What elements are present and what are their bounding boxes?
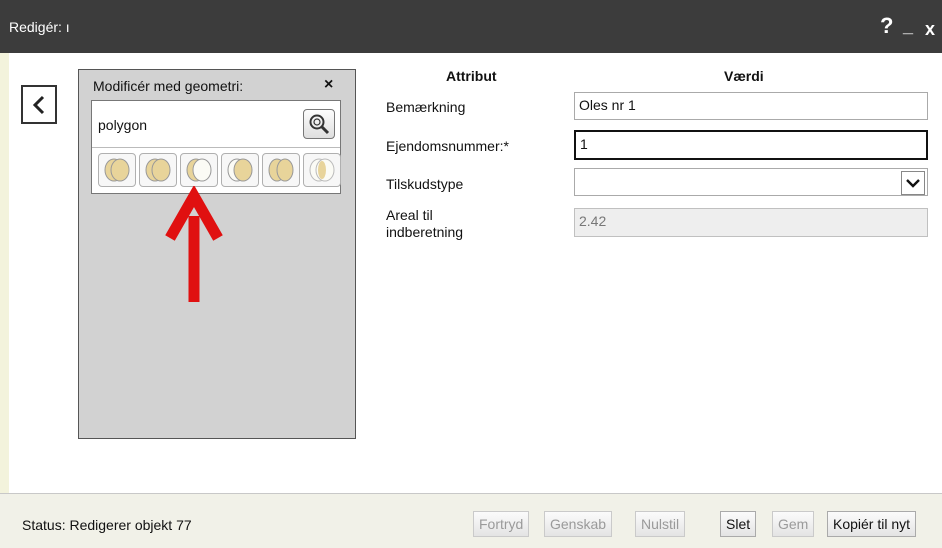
minimize-button[interactable]: _ bbox=[903, 16, 913, 37]
value-column-header: Værdi bbox=[724, 68, 764, 84]
ejendomsnummer-input[interactable]: 1 bbox=[574, 130, 928, 160]
zoom-to-icon bbox=[309, 114, 330, 135]
window-title: Redigér: ı bbox=[9, 19, 70, 35]
tilskudstype-select[interactable] bbox=[574, 168, 928, 196]
left-edge-strip bbox=[0, 53, 9, 493]
difference-tool-button[interactable] bbox=[180, 153, 218, 187]
geometry-panel-close-button[interactable]: × bbox=[324, 76, 333, 94]
redo-button[interactable]: Genskab bbox=[544, 511, 613, 537]
status-text: Status: Redigerer objekt 77 bbox=[22, 517, 192, 533]
bemaerkning-input[interactable]: Oles nr 1 bbox=[574, 92, 928, 120]
overlap-tool-icon bbox=[145, 158, 171, 182]
intersect-tool-icon bbox=[309, 158, 335, 182]
dropdown-arrow[interactable] bbox=[901, 171, 925, 195]
chevron-down-icon bbox=[906, 179, 920, 188]
back-button[interactable] bbox=[21, 85, 57, 124]
undo-button[interactable]: Fortryd bbox=[473, 511, 530, 537]
zoom-to-button[interactable] bbox=[303, 109, 335, 139]
red-arrow-annotation bbox=[165, 186, 223, 302]
save-button[interactable]: Gem bbox=[772, 511, 815, 537]
geometry-box: polygon bbox=[91, 100, 341, 194]
intersect-tool-button[interactable] bbox=[303, 153, 341, 187]
delete-button[interactable]: Slet bbox=[720, 511, 757, 537]
split-tool-icon bbox=[268, 158, 294, 182]
reset-button[interactable]: Nulstil bbox=[635, 511, 686, 537]
field-label-areal: Areal til indberetning bbox=[386, 207, 464, 240]
field-label-bemaerkning: Bemærkning bbox=[386, 99, 466, 115]
difference-tool-icon bbox=[186, 158, 212, 182]
field-label-ejendomsnummer: Ejendomsnummer:* bbox=[386, 138, 509, 154]
chevron-left-icon bbox=[32, 95, 45, 114]
subtract-tool-icon bbox=[227, 158, 253, 182]
geometry-type-label: polygon bbox=[98, 117, 148, 133]
tool-divider bbox=[92, 147, 340, 148]
copy-to-new-button[interactable]: Kopiér til nyt bbox=[827, 511, 917, 537]
areal-input: 2.42 bbox=[574, 208, 928, 237]
title-bar: Redigér: ı ? _ x bbox=[0, 0, 942, 53]
overlap-tool-button[interactable] bbox=[139, 153, 177, 187]
status-bar: Status: Redigerer objekt 77 Fortryd Gens… bbox=[0, 493, 942, 548]
union-tool-icon bbox=[104, 158, 130, 182]
help-button[interactable]: ? bbox=[880, 13, 893, 39]
geometry-panel-title: Modificér med geometri: bbox=[93, 78, 244, 94]
geometry-tool-row bbox=[98, 153, 341, 187]
field-label-tilskudstype: Tilskudstype bbox=[386, 176, 464, 192]
attribute-column-header: Attribut bbox=[446, 68, 497, 84]
close-window-button[interactable]: x bbox=[925, 19, 935, 40]
subtract-tool-button[interactable] bbox=[221, 153, 259, 187]
split-tool-button[interactable] bbox=[262, 153, 300, 187]
union-tool-button[interactable] bbox=[98, 153, 136, 187]
